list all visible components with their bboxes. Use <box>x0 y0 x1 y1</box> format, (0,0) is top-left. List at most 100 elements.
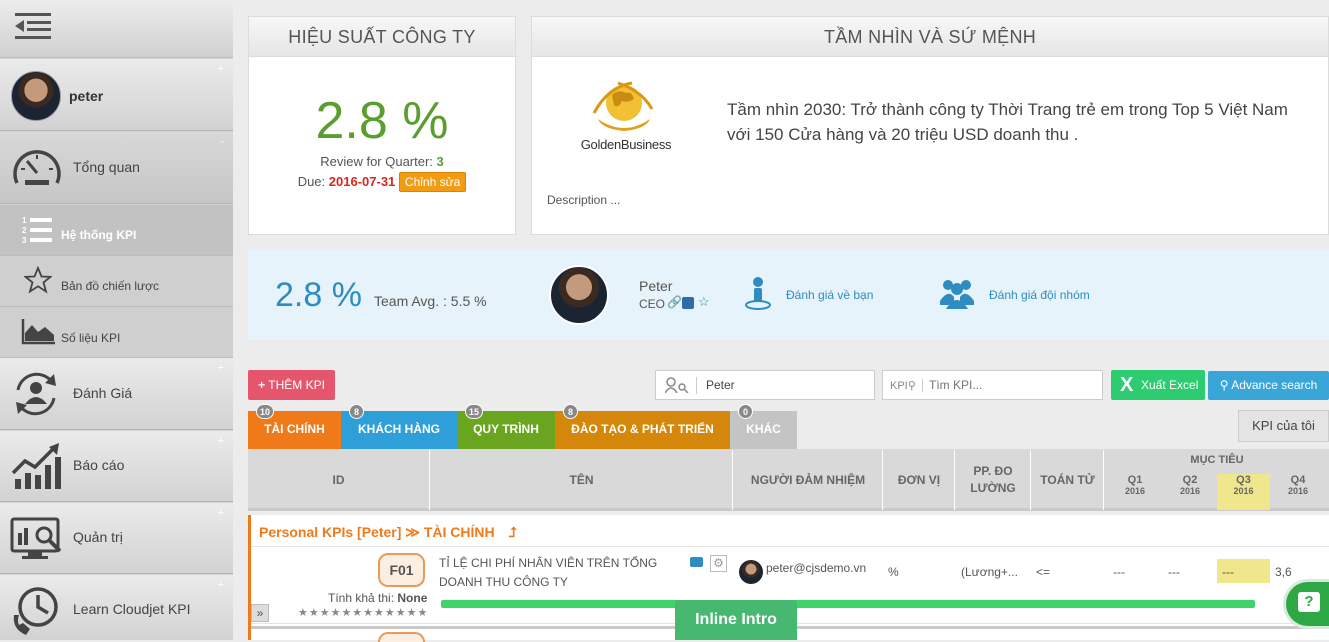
self-review-link[interactable]: Đánh giá về bạn <box>786 288 873 302</box>
dashboard-gauge-icon <box>13 150 61 185</box>
link-icon[interactable]: 🔗 <box>667 295 682 309</box>
inline-intro-button[interactable]: Inline Intro <box>675 600 797 640</box>
sidebar-subitem-strategy-map[interactable]: Bản đồ chiến lược <box>0 256 233 307</box>
company-logo: GoldenBusiness <box>574 79 678 159</box>
column-header-q1[interactable]: Q1 2016 <box>1108 474 1162 510</box>
sidebar-item-reports[interactable]: + Báo cáo <box>0 431 233 502</box>
column-header-operator[interactable]: TOÁN TỬ <box>1032 450 1104 510</box>
help-chat-button[interactable]: ? <box>1283 579 1329 629</box>
settings-gear-icon[interactable]: ⚙ <box>710 555 727 572</box>
menu-collapse-icon[interactable] <box>15 13 51 39</box>
column-header-q3[interactable]: Q3 2016 <box>1217 474 1270 510</box>
q2-target[interactable]: --- <box>1168 565 1180 579</box>
tab-finance[interactable]: 10 TÀI CHÍNH <box>248 404 341 449</box>
vision-mission-panel: TẦM NHÌN VÀ SỨ MỆNH GoldenBusiness Tầm n… <box>531 16 1329 235</box>
plus-icon: + <box>258 378 266 392</box>
my-kpi-button[interactable]: KPI của tôi <box>1238 410 1329 442</box>
q3-target[interactable]: --- <box>1217 559 1270 583</box>
expand-row-button[interactable]: » <box>251 604 269 622</box>
add-kpi-button[interactable]: + THÊM KPI <box>248 370 335 400</box>
sidebar-item-admin[interactable]: + Quản trị <box>0 503 233 574</box>
tab-count-badge: 8 <box>349 404 364 419</box>
avatar <box>549 265 609 325</box>
user-search-field[interactable]: Peter <box>655 370 875 400</box>
panel-title: HIỆU SUẤT CÔNG TY <box>249 17 515 57</box>
score-value: 2.8 % <box>275 276 362 314</box>
excel-icon: X <box>1120 374 1134 396</box>
team-review-icon[interactable] <box>940 277 974 309</box>
avatar <box>11 71 61 121</box>
expand-icon[interactable]: + <box>218 63 224 75</box>
kpi-search-input[interactable] <box>929 376 1094 394</box>
column-header-measure[interactable]: PP. ĐO LƯỜNG <box>956 450 1031 510</box>
sidebar-subitem-label: Số liệu KPI <box>61 331 121 345</box>
summary-bar: 2.8 % Team Avg. : 5.5 % Peter CEO 🔗 ☆ Đá… <box>248 250 1329 340</box>
performance-value: 2.8 % <box>315 92 449 150</box>
area-chart-icon <box>21 319 55 345</box>
column-header-id[interactable]: ID <box>248 450 430 510</box>
column-header-owner[interactable]: NGƯỜI ĐẢM NHIỆM <box>734 450 883 510</box>
trello-icon[interactable] <box>682 297 694 309</box>
q1-target[interactable]: --- <box>1113 565 1125 579</box>
tab-process[interactable]: 15 QUY TRÌNH <box>457 404 555 449</box>
operator-cell[interactable]: <= <box>1036 565 1050 579</box>
kpi-search-field[interactable]: KPI⚲ <box>882 370 1103 400</box>
due-line: Due: 2016-07-31 Chỉnh sửa <box>249 172 515 192</box>
question-icon: ? <box>1298 592 1320 612</box>
expand-icon[interactable]: + <box>218 435 224 447</box>
expand-icon[interactable]: + <box>218 362 224 374</box>
sidebar-subitem-kpi-data[interactable]: Số liệu KPI <box>0 307 233 358</box>
q4-target[interactable]: 3,6 <box>1275 565 1292 579</box>
edit-button[interactable]: Chỉnh sửa <box>398 172 467 192</box>
company-performance-panel: HIỆU SUẤT CÔNG TY 2.8 % Review for Quart… <box>248 16 516 235</box>
self-review-icon[interactable] <box>744 276 772 310</box>
measure-cell[interactable]: (Lương+... <box>961 565 1018 579</box>
collapse-arrow-icon[interactable]: ⮥ <box>508 524 516 540</box>
sidebar-item-overview[interactable]: - Tổng quan <box>0 132 233 204</box>
owner-email[interactable]: peter@cjsdemo.vn <box>766 561 866 575</box>
progress-bar <box>441 600 1255 608</box>
svg-text:2: 2 <box>22 226 27 235</box>
column-header-unit[interactable]: ĐƠN VỊ <box>884 450 955 510</box>
sidebar-toggle[interactable] <box>0 0 233 58</box>
rating-stars[interactable]: ★★★★★★★★★★★★ <box>298 606 428 619</box>
sidebar-user[interactable]: + peter <box>0 59 233 131</box>
numbered-list-icon: 1 2 3 <box>22 216 52 245</box>
column-header-name[interactable]: TÊN <box>431 450 733 510</box>
export-excel-button[interactable]: X Xuất Excel <box>1111 370 1205 400</box>
user-cycle-icon <box>16 372 56 416</box>
advance-search-button[interactable]: ⚲ Advance search <box>1208 371 1329 400</box>
sidebar-item-learn[interactable]: + Learn Cloudjet KPI <box>0 575 233 640</box>
due-date: 2016-07-31 <box>328 174 396 189</box>
unit-cell[interactable]: % <box>888 565 899 579</box>
tab-count-badge: 10 <box>256 404 275 419</box>
column-header-q4[interactable]: Q4 2016 <box>1271 474 1325 510</box>
user-name: peter <box>69 88 104 104</box>
comment-icon[interactable] <box>690 557 703 567</box>
expand-icon[interactable]: + <box>218 507 224 519</box>
sidebar-item-label: Learn Cloudjet KPI <box>73 601 191 617</box>
tab-customer[interactable]: 8 KHÁCH HÀNG <box>341 404 457 449</box>
person-name: Peter <box>639 278 673 294</box>
search-icon: ⚲ <box>907 380 916 392</box>
column-header-q2[interactable]: Q2 2016 <box>1163 474 1217 510</box>
sidebar-item-review[interactable]: + Đánh Giá <box>0 358 233 430</box>
monitor-search-icon <box>10 517 62 559</box>
globe-logo-icon <box>592 81 654 131</box>
column-header-target: MỤC TIÊU <box>1190 454 1244 466</box>
star-outline-icon[interactable]: ☆ <box>698 294 710 310</box>
sidebar-subitem-label: Hệ thống KPI <box>61 228 137 242</box>
team-review-link[interactable]: Đánh giá đội nhóm <box>989 288 1090 302</box>
sidebar-item-label: Tổng quan <box>73 159 140 175</box>
tab-training[interactable]: 8 ĐÀO TẠO & PHÁT TRIỂN <box>555 404 730 449</box>
expand-icon[interactable]: + <box>218 579 224 591</box>
sidebar-subitem-kpi-system[interactable]: 1 2 3 Hệ thống KPI <box>0 205 233 256</box>
user-search-input[interactable]: Peter <box>706 378 735 392</box>
search-icon: ⚲ <box>1219 378 1229 392</box>
kpi-search-prefix: KPI⚲ <box>890 379 923 392</box>
svg-text:1: 1 <box>22 216 27 225</box>
clock-phone-icon <box>13 587 58 635</box>
tab-other[interactable]: 0 KHÁC <box>730 404 797 449</box>
next-kpi-id-badge <box>378 632 425 642</box>
kpi-id-badge[interactable]: F01 <box>378 553 425 587</box>
